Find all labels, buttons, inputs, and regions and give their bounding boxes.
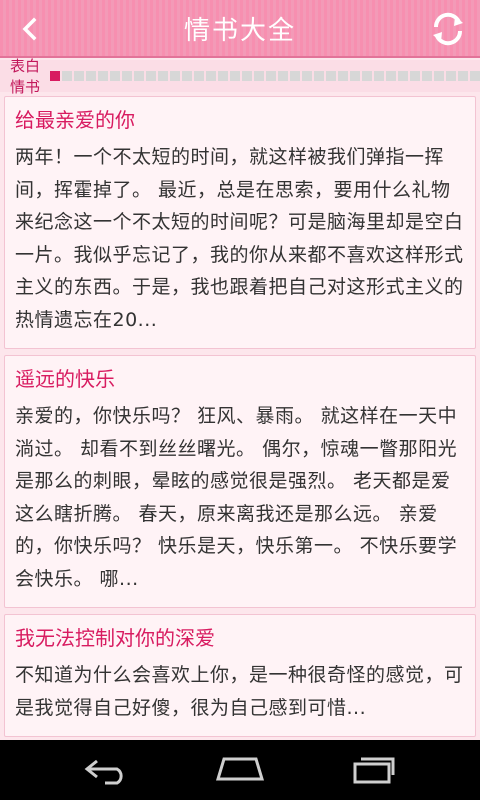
refresh-button[interactable] [426, 7, 470, 51]
article-excerpt: 两年！一个不太短的时间，就这样被我们弹指一挥间，挥霍掉了。 最近，总是在思索，要… [15, 146, 464, 331]
progress-segment [254, 71, 264, 81]
app-header: 情书大全 [0, 0, 480, 58]
article-card[interactable]: 遥远的快乐 亲爱的，你快乐吗？ 狂风、暴雨。 就这样在一天中淌过。 却看不到丝丝… [4, 355, 476, 608]
progress-segment [350, 71, 360, 81]
progress-segment [74, 71, 84, 81]
article-card[interactable]: 给最亲爱的你 两年！一个不太短的时间，就这样被我们弹指一挥间，挥霍掉了。 最近，… [4, 96, 476, 349]
nav-home-button[interactable] [200, 745, 280, 795]
chevron-left-icon [22, 17, 37, 41]
progress-segment [266, 71, 276, 81]
progress-segment [338, 71, 348, 81]
progress-segment [110, 71, 120, 81]
progress-segment [98, 71, 108, 81]
progress-segment [278, 71, 288, 81]
progress-segment [374, 71, 384, 81]
progress-segment [194, 71, 204, 81]
back-button[interactable] [10, 9, 50, 49]
progress-segment [458, 71, 468, 81]
progress-segment [314, 71, 324, 81]
progress-segment [422, 71, 432, 81]
progress-segment [326, 71, 336, 81]
article-excerpt: 不知道为什么会喜欢上你，是一种很奇怪的感觉，可是我觉得自己好傻，很为自己感到可惜… [15, 664, 464, 719]
article-list[interactable]: 给最亲爱的你 两年！一个不太短的时间，就这样被我们弹指一挥间，挥霍掉了。 最近，… [0, 96, 480, 740]
progress-segment [206, 71, 216, 81]
progress-segment [86, 71, 96, 81]
article-title: 给最亲爱的你 [15, 108, 135, 132]
page-progress-indicator [50, 71, 480, 81]
progress-segment [218, 71, 228, 81]
progress-segment [242, 71, 252, 81]
article-excerpt: 亲爱的，你快乐吗？ 狂风、暴雨。 就这样在一天中淌过。 却看不到丝丝曙光。 偶尔… [15, 405, 458, 590]
progress-segment [230, 71, 240, 81]
category-bar: 表白情书 [0, 57, 480, 96]
progress-segment [434, 71, 444, 81]
progress-segment [122, 71, 132, 81]
nav-home-icon [215, 757, 265, 781]
progress-segment [62, 71, 72, 81]
nav-recents-icon [353, 757, 395, 784]
nav-recents-button[interactable] [333, 745, 413, 795]
progress-segment [170, 71, 180, 81]
refresh-icon [433, 12, 463, 46]
progress-segment [362, 71, 372, 81]
article-title: 遥远的快乐 [15, 367, 115, 391]
progress-segment [134, 71, 144, 81]
progress-segment [470, 71, 480, 81]
article-card[interactable]: 我无法控制对你的深爱 不知道为什么会喜欢上你，是一种很奇怪的感觉，可是我觉得自己… [4, 614, 476, 737]
system-navigation-bar [0, 740, 480, 800]
progress-segment [302, 71, 312, 81]
nav-back-button[interactable] [67, 745, 147, 795]
progress-segment [398, 71, 408, 81]
progress-segment [158, 71, 168, 81]
progress-segment-active [50, 71, 60, 81]
progress-segment [446, 71, 456, 81]
page-title: 情书大全 [183, 15, 296, 46]
progress-segment [290, 71, 300, 81]
category-label[interactable]: 表白情书 [10, 55, 40, 97]
nav-back-icon [84, 759, 123, 785]
progress-segment [386, 71, 396, 81]
progress-segment [146, 71, 156, 81]
progress-segment [182, 71, 192, 81]
article-title: 我无法控制对你的深爱 [15, 626, 215, 650]
progress-segment [410, 71, 420, 81]
